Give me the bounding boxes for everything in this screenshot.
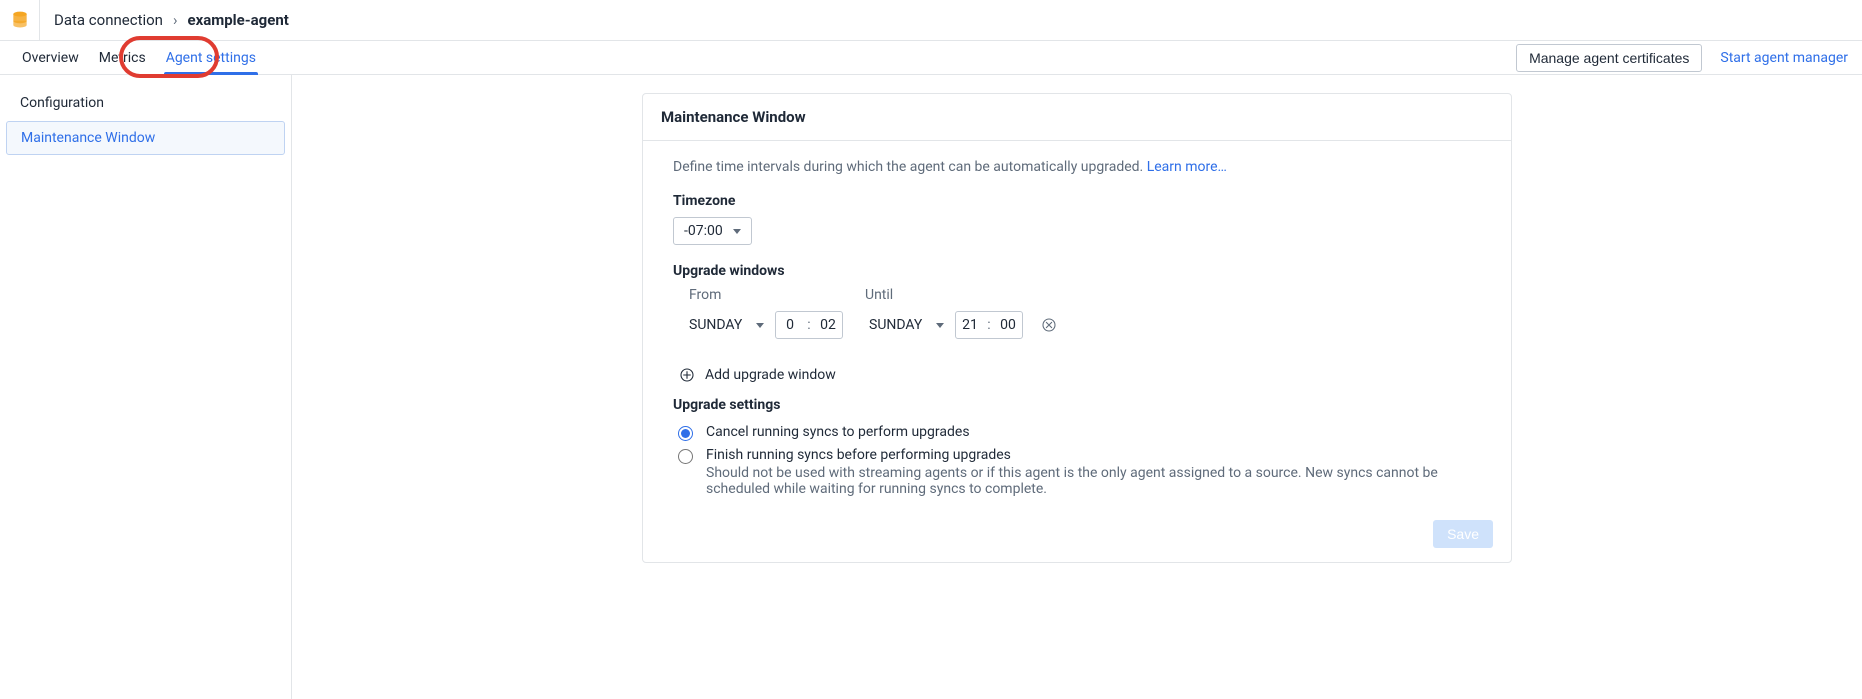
description-text: Define time intervals during which the a… xyxy=(673,159,1147,175)
actions: Manage agent certificates Start agent ma… xyxy=(1516,44,1848,72)
until-time-input[interactable]: 21 : 00 xyxy=(955,311,1023,339)
until-day-select[interactable]: SUNDAY xyxy=(869,313,944,337)
main: Maintenance Window Define time intervals… xyxy=(292,75,1862,699)
manage-agent-certificates-button[interactable]: Manage agent certificates xyxy=(1516,44,1702,72)
time-colon: : xyxy=(984,317,994,333)
upgrade-settings-radio-group: Cancel running syncs to perform upgrades… xyxy=(673,421,1493,500)
sidebar: Configuration Maintenance Window xyxy=(0,75,292,699)
add-upgrade-window-label: Add upgrade window xyxy=(705,367,836,383)
radio-cancel-running-syncs[interactable]: Cancel running syncs to perform upgrades xyxy=(673,421,1493,444)
start-agent-manager-link[interactable]: Start agent manager xyxy=(1720,50,1848,66)
learn-more-link[interactable]: Learn more… xyxy=(1147,159,1227,175)
time-colon: : xyxy=(804,317,814,333)
remove-window-button[interactable] xyxy=(1041,317,1057,333)
from-day-select[interactable]: SUNDAY xyxy=(689,313,764,337)
upgrade-window-headers: From Until xyxy=(673,287,1493,303)
tab-metrics[interactable]: Metrics xyxy=(91,41,154,74)
from-minute-value[interactable]: 02 xyxy=(814,317,842,333)
sidebar-item-configuration[interactable]: Configuration xyxy=(6,87,285,119)
card-body: Define time intervals during which the a… xyxy=(643,141,1511,512)
card-title: Maintenance Window xyxy=(643,94,1511,141)
until-day-value: SUNDAY xyxy=(869,317,922,333)
sidebar-item-maintenance-window[interactable]: Maintenance Window xyxy=(6,121,285,155)
until-column-label: Until xyxy=(865,287,1041,303)
caret-down-icon xyxy=(733,229,741,234)
remove-circle-icon xyxy=(1041,317,1057,333)
tabs: Overview Metrics Agent settings xyxy=(14,41,264,74)
radio-finish-sublabel: Should not be used with streaming agents… xyxy=(706,465,1486,497)
body: Configuration Maintenance Window Mainten… xyxy=(0,75,1862,699)
from-time-input[interactable]: 0 : 02 xyxy=(775,311,843,339)
radio-finish-running-syncs[interactable]: Finish running syncs before performing u… xyxy=(673,444,1493,500)
from-day-value: SUNDAY xyxy=(689,317,742,333)
tab-row: Overview Metrics Agent settings Manage a… xyxy=(0,41,1862,75)
tab-overview[interactable]: Overview xyxy=(14,41,87,74)
timezone-label: Timezone xyxy=(673,193,1493,209)
card-description: Define time intervals during which the a… xyxy=(673,159,1493,175)
until-minute-value[interactable]: 00 xyxy=(994,317,1022,333)
timezone-value: -07:00 xyxy=(684,223,723,239)
caret-down-icon xyxy=(756,323,764,328)
breadcrumb: Data connection › example-agent xyxy=(40,11,289,29)
radio-finish-label: Finish running syncs before performing u… xyxy=(706,447,1486,463)
radio-input-finish[interactable] xyxy=(678,449,693,464)
chevron-right-icon: › xyxy=(173,11,178,29)
tab-agent-settings[interactable]: Agent settings xyxy=(158,41,264,74)
breadcrumb-root[interactable]: Data connection xyxy=(54,11,163,29)
top-bar: Data connection › example-agent xyxy=(0,0,1862,41)
save-button[interactable]: Save xyxy=(1433,520,1493,548)
timezone-select[interactable]: -07:00 xyxy=(673,217,752,245)
app-icon xyxy=(0,0,40,41)
from-column-label: From xyxy=(689,287,865,303)
plus-circle-icon xyxy=(679,367,695,383)
card-footer: Save xyxy=(643,512,1511,562)
until-hour-value[interactable]: 21 xyxy=(956,317,984,333)
breadcrumb-current: example-agent xyxy=(187,11,288,29)
from-hour-value[interactable]: 0 xyxy=(776,317,804,333)
radio-input-cancel[interactable] xyxy=(678,426,693,441)
upgrade-window-row: SUNDAY 0 : 02 SUNDAY xyxy=(673,311,1493,339)
add-upgrade-window-button[interactable]: Add upgrade window xyxy=(673,367,1493,383)
radio-cancel-label: Cancel running syncs to perform upgrades xyxy=(706,424,970,440)
database-icon xyxy=(10,10,30,30)
card-maintenance-window: Maintenance Window Define time intervals… xyxy=(642,93,1512,563)
upgrade-settings-label: Upgrade settings xyxy=(673,397,1493,413)
caret-down-icon xyxy=(936,323,944,328)
upgrade-windows-label: Upgrade windows xyxy=(673,263,1493,279)
